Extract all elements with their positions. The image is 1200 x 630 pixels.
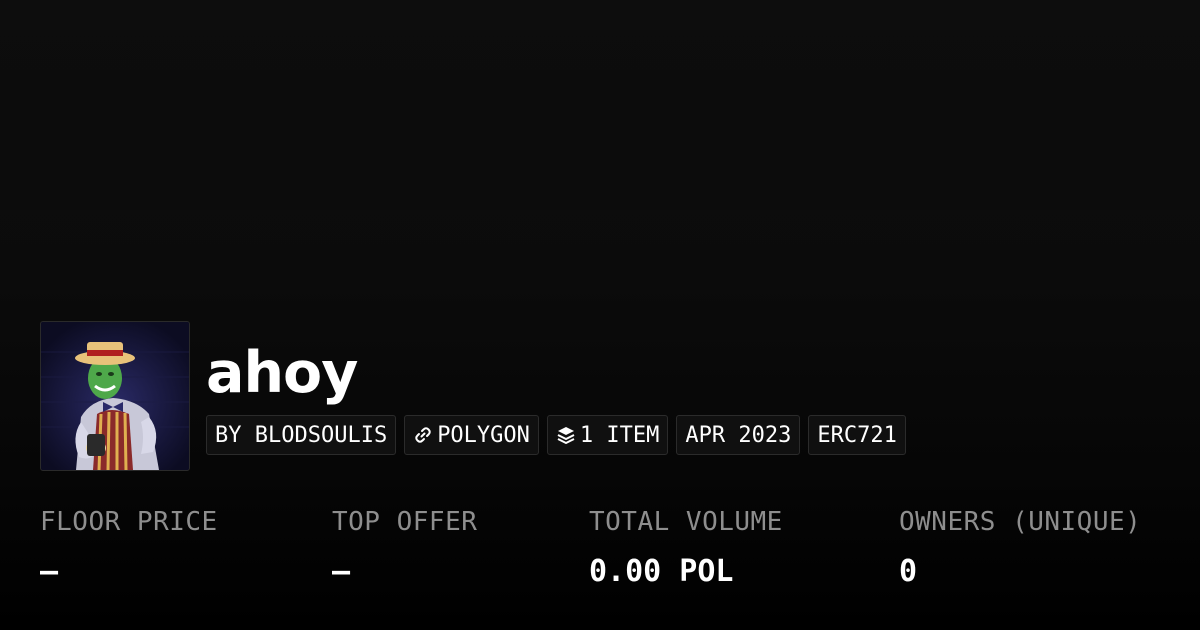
stat-total-volume: TOTAL VOLUME 0.00 POL [589, 505, 783, 589]
standard-label: ERC721 [817, 422, 897, 448]
standard-tag: ERC721 [808, 415, 906, 455]
owners-label: OWNERS (UNIQUE) [899, 507, 1142, 537]
date-label: APR 2023 [685, 422, 792, 448]
collection-title: ahoy [206, 340, 358, 406]
creator-label: BY BLODSOULIS [215, 422, 388, 448]
layers-icon [556, 425, 576, 445]
collection-avatar-image [41, 322, 189, 470]
total-volume-value: 0.00 POL [589, 554, 734, 589]
items-label: 1 ITEM [579, 422, 660, 448]
total-volume-label: TOTAL VOLUME [589, 507, 783, 537]
chain-link-icon [413, 425, 433, 445]
collection-avatar[interactable] [40, 321, 190, 471]
stat-owners: OWNERS (UNIQUE) 0 [899, 505, 1141, 589]
items-tag[interactable]: 1 ITEM [546, 415, 669, 455]
collection-tags: BY BLODSOULIS POLYGON 1 ITEM APR 2023 ER… [206, 415, 906, 455]
stat-top-offer: TOP OFFER – [332, 505, 477, 589]
stat-floor-price: FLOOR PRICE – [40, 505, 218, 589]
chain-tag[interactable]: POLYGON [404, 415, 539, 455]
creator-tag[interactable]: BY BLODSOULIS [206, 415, 397, 455]
top-offer-value: – [332, 554, 351, 589]
date-tag: APR 2023 [676, 415, 801, 455]
chain-label: POLYGON [437, 422, 530, 448]
floor-price-label: FLOOR PRICE [40, 507, 218, 537]
top-offer-label: TOP OFFER [332, 507, 478, 537]
floor-price-value: – [40, 554, 59, 589]
owners-value: 0 [899, 554, 918, 589]
